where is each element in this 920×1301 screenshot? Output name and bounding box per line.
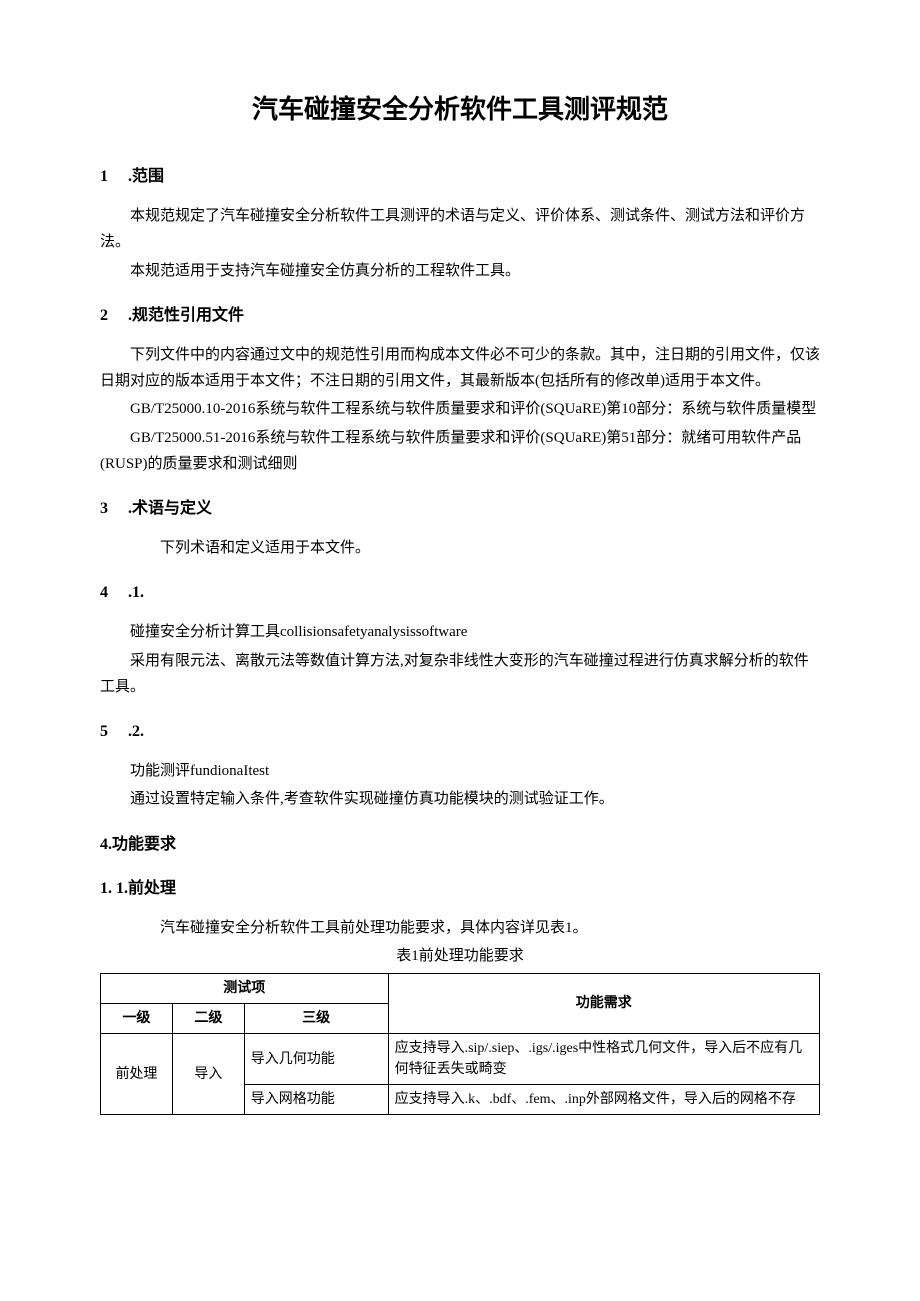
section-3-para-1: 下列术语和定义适用于本文件。 [130,535,820,561]
cell-req: 应支持导入.k、.bdf、.fem、.inp外部网格文件，导入后的网格不存 [388,1085,819,1115]
section-5-num: 5 [100,720,112,744]
section-2-para-2: GB/T25000.10-2016系统与软件工程系统与软件质量要求和评价(SQU… [100,396,820,422]
section-5-suffix: .2. [128,723,144,740]
table-header-row-1: 测试项 功能需求 [101,974,820,1004]
table-1-caption: 表1前处理功能要求 [100,945,820,968]
section-1-num: 1 [100,165,112,189]
th-level-1: 一级 [101,1004,173,1034]
section-5-para-1: 功能测评fundionaItest [100,758,820,784]
section-2-head: 2.规范性引用文件 [100,304,820,328]
section-7-para-1: 汽车碰撞安全分析软件工具前处理功能要求，具体内容详见表1。 [130,915,820,941]
th-test-item: 测试项 [101,974,389,1004]
section-1-para-1: 本规范规定了汽车碰撞安全分析软件工具测评的术语与定义、评价体系、测试条件、测试方… [100,203,820,256]
document-title: 汽车碰撞安全分析软件工具测评规范 [100,90,820,129]
section-5-head: 5 .2. [100,720,820,744]
section-3-title: 术语与定义 [132,500,212,517]
section-1-head: 1.范围 [100,165,820,189]
section-4-para-1: 碰撞安全分析计算工具collisionsafetyanalysissoftwar… [100,619,820,645]
section-1-title: 范围 [132,168,164,185]
section-1-para-2: 本规范适用于支持汽车碰撞安全仿真分析的工程软件工具。 [100,258,820,284]
section-2-para-1: 下列文件中的内容通过文中的规范性引用而构成本文件必不可少的条款。其中，注日期的引… [100,342,820,395]
th-level-3: 三级 [244,1004,388,1034]
section-3-num: 3 [100,497,112,521]
table-1: 测试项 功能需求 一级 二级 三级 前处理 导入 导入几何功能 应支持导入.si… [100,973,820,1115]
section-6-head: 4.功能要求 [100,833,820,857]
cell-l3: 导入网格功能 [244,1085,388,1115]
section-7-head: 1. 1.前处理 [100,877,820,901]
section-4-para-2: 采用有限元法、离散元法等数值计算方法,对复杂非线性大变形的汽车碰撞过程进行仿真求… [100,648,820,701]
th-level-2: 二级 [172,1004,244,1034]
section-4-head: 4 .1. [100,581,820,605]
section-3-head: 3.术语与定义 [100,497,820,521]
section-2-para-3: GB/T25000.51-2016系统与软件工程系统与软件质量要求和评价(SQU… [100,425,820,478]
cell-l1: 前处理 [101,1034,173,1115]
section-4-num: 4 [100,581,112,605]
section-4-suffix: .1. [128,584,144,601]
cell-l2: 导入 [172,1034,244,1115]
cell-l3: 导入几何功能 [244,1034,388,1085]
table-row: 前处理 导入 导入几何功能 应支持导入.sip/.siep、.igs/.iges… [101,1034,820,1085]
section-2-title: 规范性引用文件 [132,307,244,324]
section-2-num: 2 [100,304,112,328]
cell-req: 应支持导入.sip/.siep、.igs/.iges中性格式几何文件，导入后不应… [388,1034,819,1085]
th-requirement: 功能需求 [388,974,819,1034]
section-5-para-2: 通过设置特定输入条件,考查软件实现碰撞仿真功能模块的测试验证工作。 [100,786,820,812]
